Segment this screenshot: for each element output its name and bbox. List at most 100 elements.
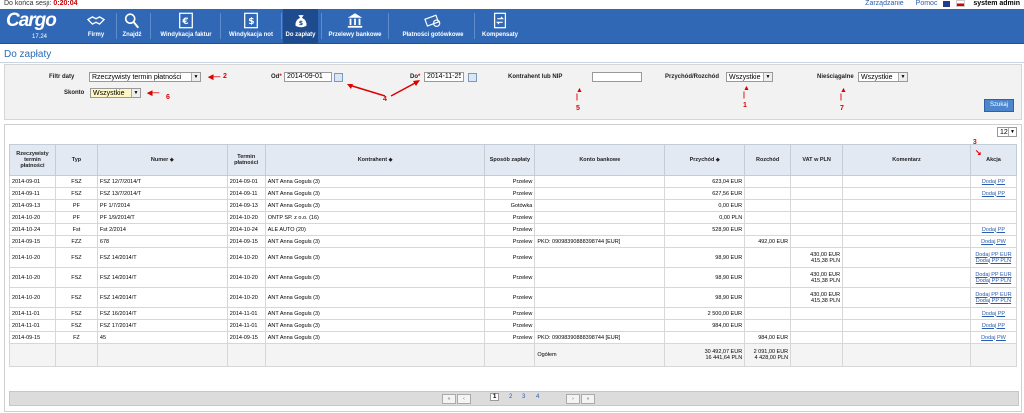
cell-due-date: 2014-10-20 <box>226 267 266 288</box>
cell-text: 2014-09-15 <box>12 334 41 341</box>
cell-text: FSZ <box>71 190 82 197</box>
income-expense-select[interactable]: Wszystkie ▼ <box>726 72 773 82</box>
cell-number: PF 1/7/2014 <box>96 199 228 212</box>
cell-expense <box>744 211 792 224</box>
action-link[interactable]: Dodaj PW <box>981 239 1006 245</box>
action-link[interactable]: Dodaj PW <box>981 335 1006 341</box>
cell-type: FZ <box>54 331 98 344</box>
nav-przelewy-bankowe[interactable]: Przelewy bankowe <box>327 9 383 43</box>
action-link[interactable]: Dodaj PP <box>982 227 1005 233</box>
cell-text: FZZ <box>71 238 82 245</box>
cell-account <box>534 175 666 188</box>
cell-text: FSZ 12/7/2014/T <box>99 178 142 185</box>
cell-text: 2014-10-20 <box>229 254 258 261</box>
action-link[interactable]: Dodaj PP PLN <box>976 298 1011 304</box>
cell-text: 415,38 PLN <box>811 277 841 284</box>
col-header[interactable]: Przychód ◆ <box>664 144 746 176</box>
col-header[interactable]: Rozchód <box>744 144 792 176</box>
col-header[interactable]: Kontrahent ◆ <box>264 144 486 176</box>
action-link[interactable]: Dodaj PP PLN <box>976 258 1011 264</box>
manage-link[interactable]: Zarządzanie <box>865 0 904 7</box>
nav-windykacja-not[interactable]: $ Windykacja not <box>224 9 278 43</box>
nav-divider <box>321 13 322 39</box>
cell-text: 2014-09-01 <box>229 178 258 185</box>
cell-text: 2014-10-24 <box>12 226 41 233</box>
action-link[interactable]: Dodaj PP PLN <box>976 278 1011 284</box>
nav-kompensaty[interactable]: Kompensaty <box>478 9 522 43</box>
annotation-4: 4 <box>383 96 387 103</box>
cell-text: 2014-10-20 <box>229 274 258 281</box>
col-header[interactable]: Akcja 3 ↘ <box>969 139 1018 176</box>
col-header[interactable]: VAT w PLN <box>790 144 844 176</box>
page-link[interactable]: 4 <box>536 394 539 400</box>
nav-firmy[interactable]: Firmy <box>78 9 114 43</box>
discount-select[interactable]: Wszystkie ▼ <box>90 88 141 98</box>
nav-znajdz[interactable]: Znajdź <box>119 9 145 43</box>
cell-expense: 984,00 EUR <box>744 331 792 344</box>
cell-due-date: 2014-11-01 <box>226 319 266 332</box>
cell-account <box>534 307 666 320</box>
nav-divider <box>116 13 117 39</box>
cell-payment-date: 2014-09-15 <box>9 331 56 344</box>
action-link[interactable]: Dodaj PP <box>982 179 1005 185</box>
calendar-icon[interactable] <box>334 73 343 82</box>
nav-windykacja-faktur[interactable]: € Windykacja faktur <box>156 9 216 43</box>
page-link[interactable]: 2 <box>509 394 512 400</box>
action-link[interactable]: Dodaj PP <box>982 191 1005 197</box>
cash-icon <box>424 14 441 27</box>
cell-payment-date: 2014-10-24 <box>9 223 56 236</box>
cell-number: 678 <box>96 235 228 248</box>
cell-action: Dodaj PP EUR Dodaj PP PLN <box>969 287 1018 308</box>
prev-page-button[interactable]: ‹ <box>457 394 471 404</box>
sort-icon: ◆ <box>169 157 174 163</box>
col-header[interactable]: Komentarz <box>842 144 971 176</box>
main-navbar: Cargo 17.24 Firmy Znajdź € Windykacja fa… <box>0 9 1024 44</box>
col-header[interactable]: Sposób zapłaty <box>484 144 536 176</box>
cell-comment <box>842 247 971 268</box>
table-row: 2014-09-15 FZZ 678 2014-09-15 ANT Anna Gogul… <box>9 235 1018 248</box>
action-link[interactable]: Dodaj PP <box>982 311 1005 317</box>
app-logo[interactable]: Cargo 17.24 <box>4 9 74 43</box>
table-row: 2014-10-20 FSZ FSZ 14/2014/T 2014-10-20 ANT … <box>9 247 1018 268</box>
cell-expense <box>744 287 792 308</box>
page-link[interactable]: 1 <box>490 393 500 401</box>
contractor-input[interactable] <box>592 72 642 82</box>
pl-flag-icon[interactable] <box>956 0 966 7</box>
action-link[interactable]: Dodaj PP <box>982 323 1005 329</box>
page-size-select[interactable]: 12 ▼ <box>997 127 1017 137</box>
cell-contractor: ANT Anna Goguls (3) <box>264 287 486 308</box>
cell-income <box>664 331 746 344</box>
cell-type: FZZ <box>54 235 98 248</box>
col-header[interactable]: Typ <box>54 144 98 176</box>
col-header[interactable]: Termin płatności <box>226 144 266 176</box>
uk-flag-icon[interactable] <box>943 0 951 7</box>
cell-vat <box>790 223 844 236</box>
cell-number: PF 1/9/2014/T <box>96 211 228 224</box>
chevron-down-icon: ▼ <box>131 89 140 97</box>
col-header[interactable]: Rzeczywisty termin płatności <box>9 144 56 176</box>
annotation-arrows-4 <box>347 80 420 97</box>
date-filter-select[interactable]: Rzeczywisty termin płatności ▼ <box>89 72 201 82</box>
to-date-input[interactable] <box>424 72 464 82</box>
annotation-arrow-6: ◀— <box>147 90 160 97</box>
cell-income: 98,90 EUR <box>664 267 746 288</box>
cell-text: 2014-09-13 <box>229 202 258 209</box>
help-link[interactable]: Pomoc <box>916 0 938 7</box>
nav-label: Windykacja faktur <box>160 32 212 38</box>
col-header[interactable]: Konto bankowe <box>534 144 666 176</box>
page-link[interactable]: 3 <box>522 394 525 400</box>
summary-cell <box>96 343 228 367</box>
nav-do-zaplaty[interactable]: $ Do zapłaty <box>283 9 318 43</box>
nav-platnosci-gotowkowe[interactable]: Płatności gotówkowe <box>396 9 470 43</box>
from-date-input[interactable] <box>284 72 332 82</box>
search-button[interactable]: Szukaj <box>984 99 1014 112</box>
cell-type: FSZ <box>54 267 98 288</box>
next-page-button[interactable]: › <box>566 394 580 404</box>
last-page-button[interactable]: » <box>581 394 595 404</box>
annotation-arrow-7: ▲ | <box>840 87 847 101</box>
col-header[interactable]: Numer ◆ <box>96 144 228 176</box>
calendar-icon[interactable] <box>468 73 477 82</box>
cell-contractor: ANT Anna Goguls (3) <box>264 267 486 288</box>
first-page-button[interactable]: « <box>442 394 456 404</box>
uncollectable-select[interactable]: Wszystkie ▼ <box>858 72 908 82</box>
